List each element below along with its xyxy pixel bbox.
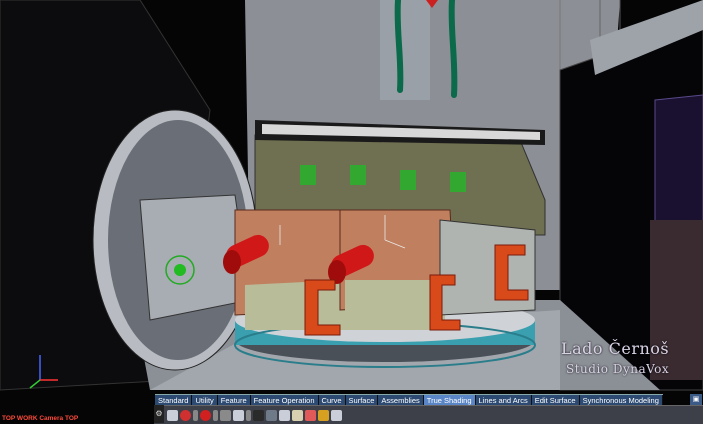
bottom-toolbar (154, 405, 703, 424)
tab-bar-control-button[interactable]: ▣ (690, 394, 702, 405)
select-icon[interactable] (167, 409, 178, 421)
dropdown-icon[interactable] (246, 409, 251, 421)
shape-icon[interactable] (305, 409, 316, 421)
no-entry-icon[interactable] (180, 409, 191, 421)
panel-icon[interactable] (331, 409, 342, 421)
dropdown-icon[interactable] (213, 409, 218, 421)
shading-icon[interactable] (233, 409, 244, 421)
dropdown-icon[interactable] (193, 409, 198, 421)
stop-icon[interactable] (220, 409, 231, 421)
record-icon[interactable] (200, 409, 211, 421)
watermark-studio: Studio DynaVox (566, 362, 670, 376)
display-icon[interactable] (253, 409, 264, 421)
3d-viewport[interactable] (0, 0, 703, 424)
watermark-author: Lado Černoš (561, 339, 670, 358)
grid-icon[interactable] (266, 409, 277, 421)
view-icon[interactable] (279, 409, 290, 421)
toolbar-grip-icon[interactable]: ⚙ (154, 405, 164, 423)
layer-icon[interactable] (292, 409, 303, 421)
viewport-camera-label: TOP WORK Camera TOP (2, 415, 79, 422)
magnify-icon[interactable] (318, 409, 329, 421)
cad-application: Lado Černoš Studio DynaVox TOP WORK Came… (0, 0, 703, 424)
